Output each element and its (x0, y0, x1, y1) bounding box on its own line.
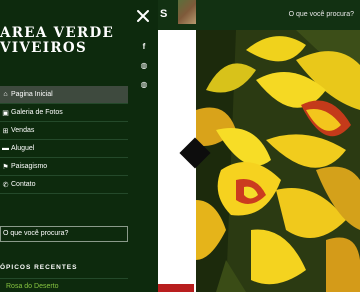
orchid-photo (196, 30, 360, 292)
nav-item-vendas[interactable]: ⊞ Vendas (0, 122, 128, 140)
nav-item-pagina-inicial[interactable]: ⌂ Pagina Inicial (0, 86, 128, 104)
nav-label: Paisagismo (11, 163, 48, 170)
nav-item-contato[interactable]: ✆ Contato (0, 176, 128, 194)
header-thumbnail (178, 0, 196, 24)
facebook-icon[interactable]: f (139, 42, 149, 52)
shopping-cart-icon: ⊞ (2, 127, 9, 135)
flag-icon: ⚑ (2, 163, 9, 171)
nav-item-aluguel[interactable]: ▬ Aluguel (0, 140, 128, 158)
nav-item-galeria-de-fotos[interactable]: ▣ Galeria de Fotos (0, 104, 128, 122)
close-icon[interactable] (135, 8, 151, 24)
nav-label: Galeria de Fotos (11, 109, 63, 116)
nav-label: Contato (11, 181, 36, 188)
recent-topics-heading: ÓPICOS RECENTES (0, 264, 78, 271)
divider (0, 278, 128, 279)
side-menu: AREA VERDE VIVEIROS f ◍ ◍ ⌂ Pagina Inici… (0, 0, 158, 292)
header-search-link[interactable]: O que você procura? (289, 11, 354, 18)
footer-accent (158, 284, 194, 292)
video-icon: ▣ (2, 109, 9, 117)
search-input[interactable]: O que você procura? (0, 226, 128, 242)
nav-item-paisagismo[interactable]: ⚑ Paisagismo (0, 158, 128, 176)
truck-icon: ▬ (2, 145, 9, 152)
home-icon: ⌂ (3, 91, 8, 98)
header-partial-title: S (160, 8, 169, 20)
globe-icon[interactable]: ◍ (139, 80, 149, 90)
brand-title-line1: AREA VERDE (0, 25, 115, 41)
nav-label: Aluguel (11, 145, 35, 152)
nav-label: Pagina Inicial (11, 91, 53, 98)
globe-icon[interactable]: ◍ (139, 61, 149, 71)
nav-label: Vendas (11, 127, 35, 134)
phone-icon: ✆ (2, 181, 9, 189)
brand-title-line2: VIVEIROS (0, 40, 87, 56)
recent-topic-link[interactable]: Rosa do Deserto (6, 283, 59, 290)
main-nav: ⌂ Pagina Inicial ▣ Galeria de Fotos ⊞ Ve… (0, 86, 128, 194)
